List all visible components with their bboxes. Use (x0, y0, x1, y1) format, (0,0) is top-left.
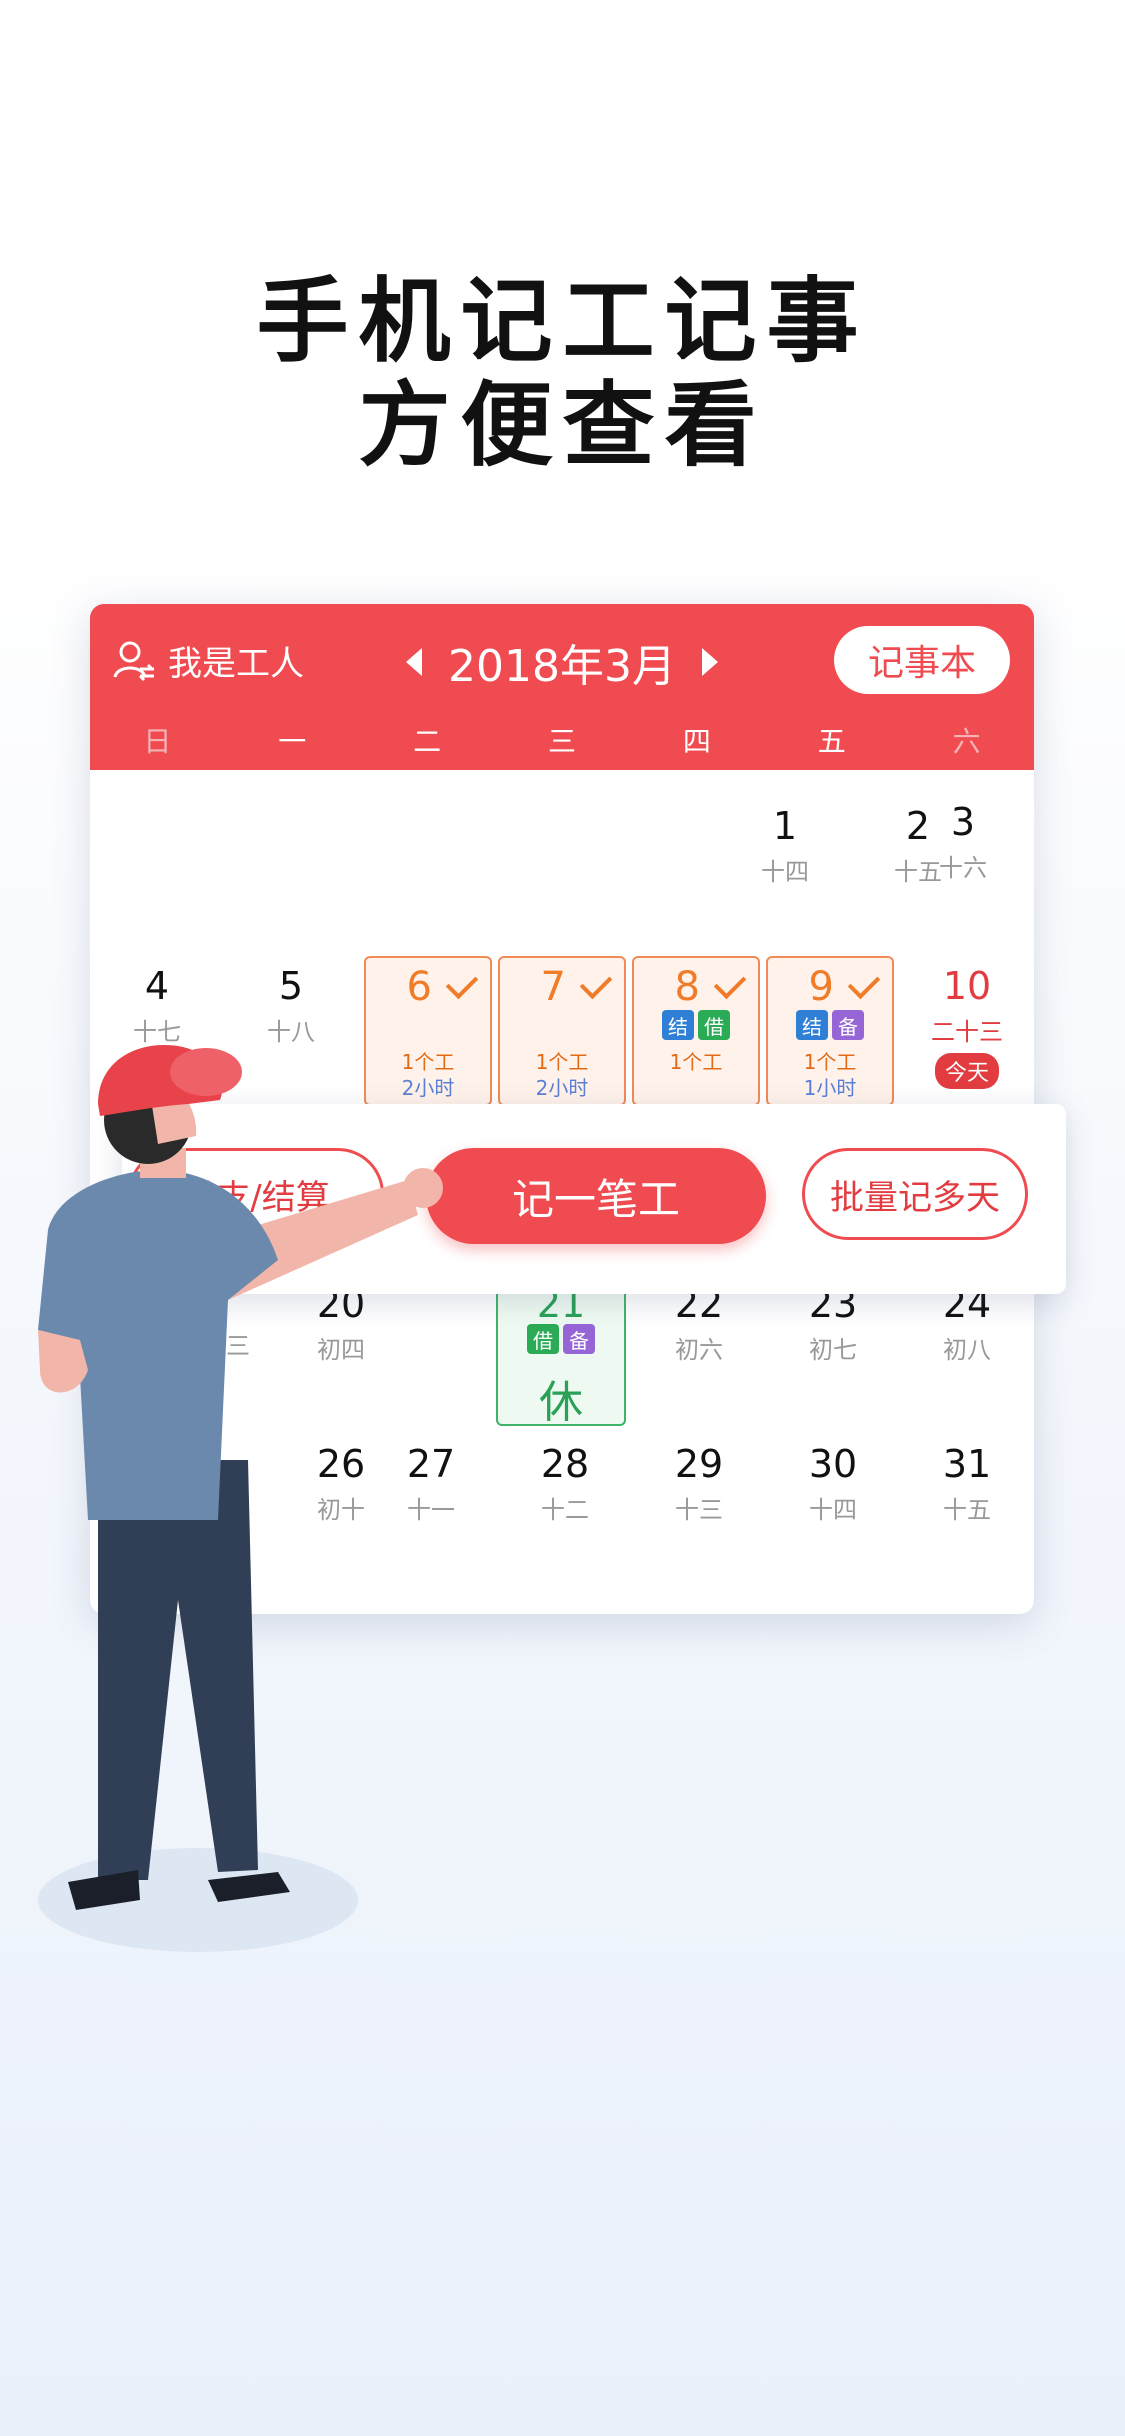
day-number: 3 (950, 800, 976, 844)
today-badge: 今天 (934, 1053, 999, 1089)
note-tag: 备 (563, 1324, 595, 1354)
check-icon (847, 966, 881, 1000)
day-number: 4 (144, 964, 170, 1008)
work-count: 1个工 (803, 1050, 857, 1074)
day-cell[interactable]: 23 初七 (766, 1282, 900, 1365)
headline: 手机记工记事 方便查看 (0, 270, 1125, 478)
day-number: 29 (674, 1442, 724, 1486)
weekday-sat: 六 (952, 725, 981, 758)
rest-day-cell[interactable]: 21 借 备 休 (496, 1276, 626, 1428)
check-icon (445, 966, 479, 1000)
day-number: 1 (772, 804, 798, 848)
settle-tag: 结 (796, 1010, 828, 1040)
day-cell[interactable]: 4 十七 (90, 964, 224, 1047)
month-label: 2018年3月 (448, 641, 676, 692)
work-count: 1个工 (535, 1050, 589, 1074)
record-tags: 结 借 (634, 1010, 758, 1040)
day-cell[interactable]: 24 初八 (900, 1282, 1034, 1365)
weekday-fri: 五 (817, 725, 846, 758)
borrow-tag: 借 (527, 1324, 559, 1354)
settle-tag: 结 (662, 1010, 694, 1040)
day-cell[interactable]: 22 初六 (632, 1282, 766, 1365)
day-number: 10 (942, 964, 992, 1008)
batch-record-button[interactable]: 批量记多天 (802, 1148, 1028, 1240)
worker-illustration-icon (38, 1044, 443, 1952)
day-number: 31 (942, 1442, 992, 1486)
weekday-tue: 二 (413, 725, 442, 758)
record-tags: 结 备 (768, 1010, 892, 1040)
notebook-button[interactable]: 记事本 (834, 626, 1010, 694)
weekday-wed: 三 (548, 725, 577, 758)
day-cell[interactable]: 3 十六 (896, 800, 1030, 883)
day-cell[interactable]: 5 十八 (224, 964, 358, 1047)
headline-line-1: 手机记工记事 (256, 268, 869, 375)
prev-month-icon[interactable] (406, 648, 422, 676)
check-icon (579, 966, 613, 1000)
lunar-date: 十六 (939, 854, 987, 882)
lunar-date: 初七 (809, 1336, 857, 1364)
work-count: 1个工 (669, 1050, 723, 1074)
work-hours: 2小时 (535, 1076, 589, 1100)
lunar-date: 二十三 (931, 1018, 1003, 1046)
weekday-mon: 一 (278, 725, 307, 758)
rest-label: 休 (539, 1377, 583, 1428)
day-number: 28 (540, 1442, 590, 1486)
note-tag: 备 (832, 1010, 864, 1040)
day-number: 6 (406, 964, 432, 1010)
day-number: 8 (674, 964, 700, 1010)
check-icon (713, 966, 747, 1000)
day-number: 5 (278, 964, 304, 1008)
borrow-tag: 借 (698, 1010, 730, 1040)
weekday-row: 日 一 二 三 四 五 六 (90, 720, 1034, 764)
work-day-cell[interactable]: 9 结 备 1个工 1小时 (766, 956, 894, 1106)
day-cell[interactable]: 28 十二 (498, 1442, 632, 1525)
lunar-date: 十二 (541, 1496, 589, 1524)
day-number: 9 (808, 964, 834, 1010)
work-hours: 1小时 (803, 1076, 857, 1100)
weekday-sun: 日 (143, 725, 172, 758)
calendar-header: 我是工人 2018年3月 记事本 日 一 二 三 四 五 六 (90, 604, 1034, 770)
today-cell[interactable]: 10 二十三 今天 (900, 964, 1034, 1089)
headline-line-2: 方便查看 (358, 372, 767, 479)
lunar-date: 十四 (761, 858, 809, 886)
weekday-thu: 四 (682, 725, 711, 758)
lunar-date: 初八 (943, 1336, 991, 1364)
record-tags: 借 备 (498, 1324, 624, 1354)
day-cell[interactable]: 30 十四 (766, 1442, 900, 1525)
lunar-date: 十三 (675, 1496, 723, 1524)
next-month-icon[interactable] (701, 648, 718, 676)
lunar-date: 十四 (809, 1496, 857, 1524)
lunar-date: 初六 (675, 1336, 723, 1364)
day-number: 30 (808, 1442, 858, 1486)
day-cell[interactable]: 31 十五 (900, 1442, 1034, 1525)
day-number: 7 (540, 964, 566, 1010)
day-cell[interactable]: 29 十三 (632, 1442, 766, 1525)
day-cell[interactable]: 1 十四 (718, 804, 852, 887)
work-day-cell[interactable]: 8 结 借 1个工 (632, 956, 760, 1106)
lunar-date: 十五 (943, 1496, 991, 1524)
work-day-cell[interactable]: 7 1个工 2小时 (498, 956, 626, 1106)
record-work-button[interactable]: 记一笔工 (426, 1148, 766, 1244)
